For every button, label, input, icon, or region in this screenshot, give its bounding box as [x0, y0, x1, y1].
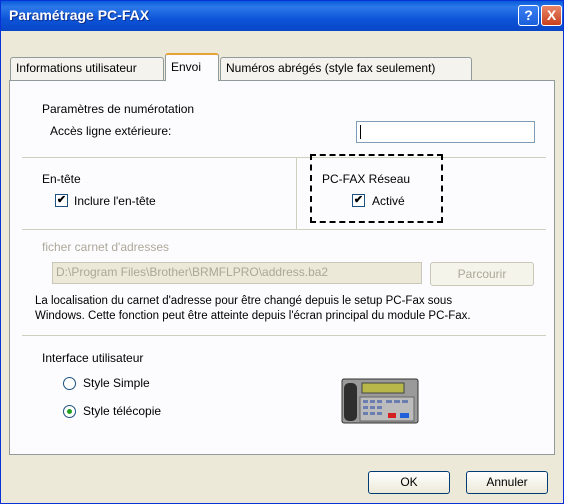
browse-label: Parcourir	[457, 267, 507, 281]
style-fax-label: Style télécopie	[83, 404, 162, 418]
tab-panel-send: Paramètres de numérotation Accès ligne e…	[9, 80, 555, 455]
divider	[22, 157, 546, 158]
text-caret	[360, 125, 361, 139]
divider	[22, 335, 546, 336]
header-section-title: En-tête	[42, 172, 81, 186]
network-highlight-box	[310, 154, 443, 223]
radio-selected-dot	[67, 409, 72, 414]
checkmark-icon: ✔	[56, 194, 67, 206]
dialing-section-title: Paramètres de numérotation	[42, 102, 195, 116]
address-book-path-value: D:\Program Files\Brother\BRMFLPRO\addres…	[56, 265, 329, 279]
window-title: Paramétrage PC-FAX	[9, 7, 150, 23]
network-section-title: PC-FAX Réseau	[322, 172, 411, 186]
help-button[interactable]: ?	[518, 5, 539, 26]
tab-send[interactable]: Envoi	[165, 53, 219, 81]
divider	[22, 229, 546, 230]
address-book-info-line1: La localisation du carnet d'adresse pour…	[35, 295, 453, 307]
tab-label: Numéros abrégés (style fax seulement)	[226, 61, 436, 75]
browse-button[interactable]: Parcourir	[430, 262, 534, 286]
help-icon: ?	[524, 7, 533, 23]
outside-line-label: Accès ligne extérieure:	[50, 124, 172, 138]
close-button[interactable]: X	[541, 5, 562, 26]
tab-label: Informations utilisateur	[16, 61, 137, 75]
tab-label: Envoi	[171, 60, 202, 74]
address-book-info-line2: Windows. Cette fonction peut être attein…	[35, 310, 471, 322]
pcfax-settings-window: Paramétrage PC-FAX ? X Informations util…	[0, 0, 564, 504]
tab-user-info[interactable]: Informations utilisateur	[10, 57, 164, 80]
address-book-title: ficher carnet d'adresses	[42, 240, 170, 254]
style-simple-radio[interactable]	[63, 377, 76, 390]
cancel-label: Annuler	[486, 475, 528, 489]
close-icon: X	[546, 7, 557, 23]
network-active-checkbox[interactable]: ✔	[352, 194, 365, 207]
ui-section-title: Interface utilisateur	[42, 351, 144, 365]
ok-label: OK	[400, 475, 418, 489]
include-header-label: Inclure l'en-tête	[74, 194, 156, 208]
fax-machine-icon	[341, 378, 419, 424]
tab-speed-dial[interactable]: Numéros abrégés (style fax seulement)	[220, 57, 472, 80]
outside-line-input[interactable]	[356, 121, 535, 143]
ok-button[interactable]: OK	[368, 471, 450, 494]
title-bar[interactable]: Paramétrage PC-FAX ? X	[1, 1, 563, 31]
address-book-path-input[interactable]: D:\Program Files\Brother\BRMFLPRO\addres…	[52, 262, 422, 284]
cancel-button[interactable]: Annuler	[466, 471, 548, 494]
divider	[296, 158, 297, 229]
style-fax-radio[interactable]	[63, 405, 76, 418]
style-simple-label: Style Simple	[83, 376, 150, 390]
include-header-checkbox[interactable]: ✔	[55, 194, 68, 207]
checkmark-icon: ✔	[353, 194, 364, 206]
network-active-label: Activé	[372, 194, 405, 208]
